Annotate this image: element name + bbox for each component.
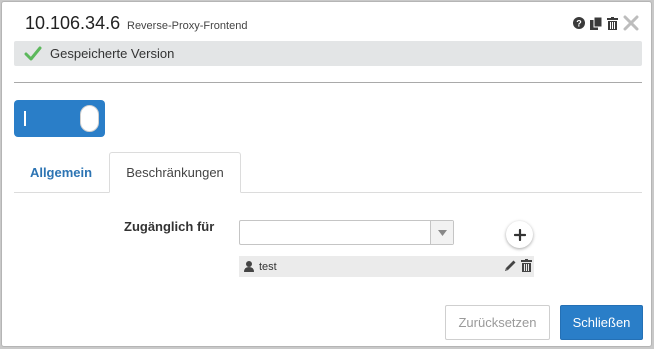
chevron-down-icon[interactable] — [430, 221, 453, 244]
dialog-title-ip: 10.106.34.6 — [25, 13, 121, 33]
header-icons: ? — [573, 15, 639, 31]
divider — [14, 82, 642, 83]
copy-icon[interactable] — [590, 16, 602, 30]
status-bar: Gespeicherte Version — [14, 41, 642, 66]
accessible-for-select[interactable] — [239, 220, 454, 245]
enable-toggle[interactable] — [14, 100, 105, 137]
user-icon — [244, 261, 254, 272]
toggle-on-indicator — [24, 111, 26, 126]
dialog-subtitle: Reverse-Proxy-Frontend — [127, 20, 248, 32]
entry-actions — [504, 259, 532, 272]
help-icon[interactable]: ? — [573, 17, 585, 29]
reset-button[interactable]: Zurücksetzen — [445, 305, 550, 340]
add-button[interactable] — [506, 221, 533, 248]
check-icon — [24, 45, 42, 63]
toggle-knob[interactable] — [80, 105, 99, 132]
edit-icon[interactable] — [504, 259, 517, 272]
status-text: Gespeicherte Version — [50, 46, 175, 61]
tab-beschraenkungen[interactable]: Beschränkungen — [109, 152, 241, 193]
plus-icon — [513, 228, 526, 241]
trash-icon[interactable] — [521, 259, 532, 272]
list-item: test — [239, 256, 534, 277]
close-icon[interactable] — [623, 15, 639, 31]
close-button[interactable]: Schließen — [560, 305, 643, 340]
dialog: 10.106.34.6 Reverse-Proxy-Frontend ? Ges… — [1, 1, 652, 347]
accessible-for-label: Zugänglich für — [124, 219, 215, 234]
svg-text:?: ? — [576, 19, 582, 29]
trash-icon[interactable] — [607, 16, 618, 30]
entry-name: test — [259, 260, 277, 273]
tab-allgemein[interactable]: Allgemein — [14, 152, 108, 193]
